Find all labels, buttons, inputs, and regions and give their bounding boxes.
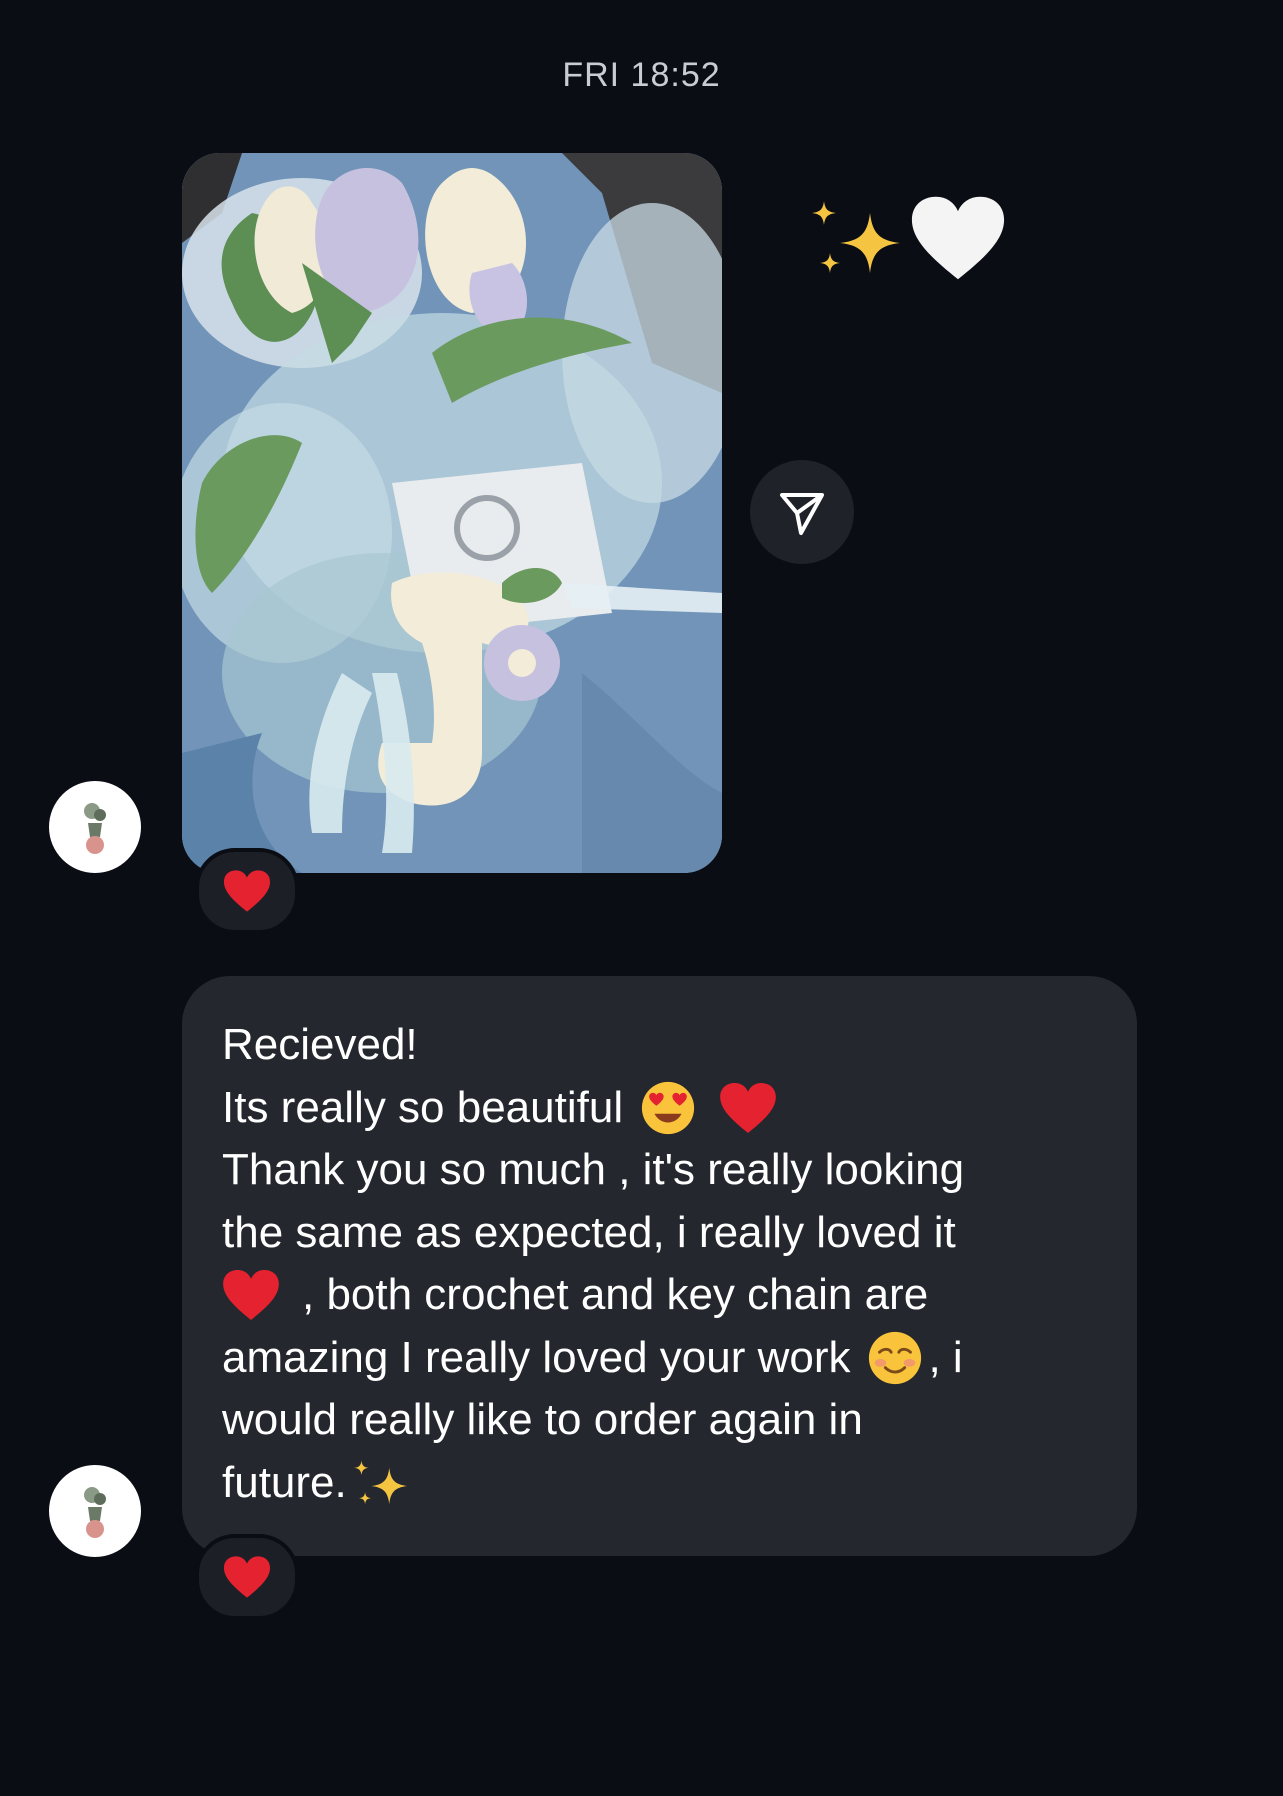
crochet-bouquet-photo[interactable] bbox=[182, 153, 722, 873]
red-heart-icon bbox=[223, 1270, 279, 1321]
heart-eyes-emoji-icon bbox=[641, 1081, 695, 1134]
message-bubble[interactable]: Recieved! Its really so beautiful Thank … bbox=[182, 976, 1137, 1556]
white-heart-icon bbox=[911, 196, 1005, 280]
sparkles-icon bbox=[353, 1460, 408, 1504]
smiling-blush-emoji-icon bbox=[869, 1331, 922, 1384]
avatar[interactable] bbox=[49, 1465, 141, 1557]
avatar-image bbox=[84, 1487, 106, 1538]
message-line: , both crochet and key chain are bbox=[222, 1264, 1097, 1327]
red-heart-icon bbox=[720, 1082, 776, 1133]
avatar[interactable] bbox=[49, 781, 141, 873]
avatar-image bbox=[84, 803, 106, 854]
message-line: the same as expected, i really loved it bbox=[222, 1207, 956, 1257]
red-heart-icon bbox=[223, 870, 271, 912]
message-line: amazing I really loved your work , i bbox=[222, 1327, 1097, 1390]
message-reaction[interactable] bbox=[195, 1534, 299, 1620]
thread-timestamp: FRI 18:52 bbox=[562, 56, 721, 94]
message-line: future. bbox=[222, 1452, 1097, 1515]
message-line: would really like to order again in bbox=[222, 1395, 863, 1444]
share-button[interactable] bbox=[750, 460, 854, 564]
message-line: Recieved! bbox=[222, 1020, 418, 1069]
message-line: Its really so beautiful bbox=[222, 1077, 1097, 1140]
red-heart-icon bbox=[223, 1556, 271, 1598]
sent-reply-emojis bbox=[810, 188, 1010, 288]
sparkles-icon bbox=[812, 201, 900, 273]
paper-plane-icon bbox=[780, 493, 824, 535]
message-reaction[interactable] bbox=[195, 848, 299, 934]
message-line: Thank you so much , it's really looking bbox=[222, 1145, 965, 1194]
